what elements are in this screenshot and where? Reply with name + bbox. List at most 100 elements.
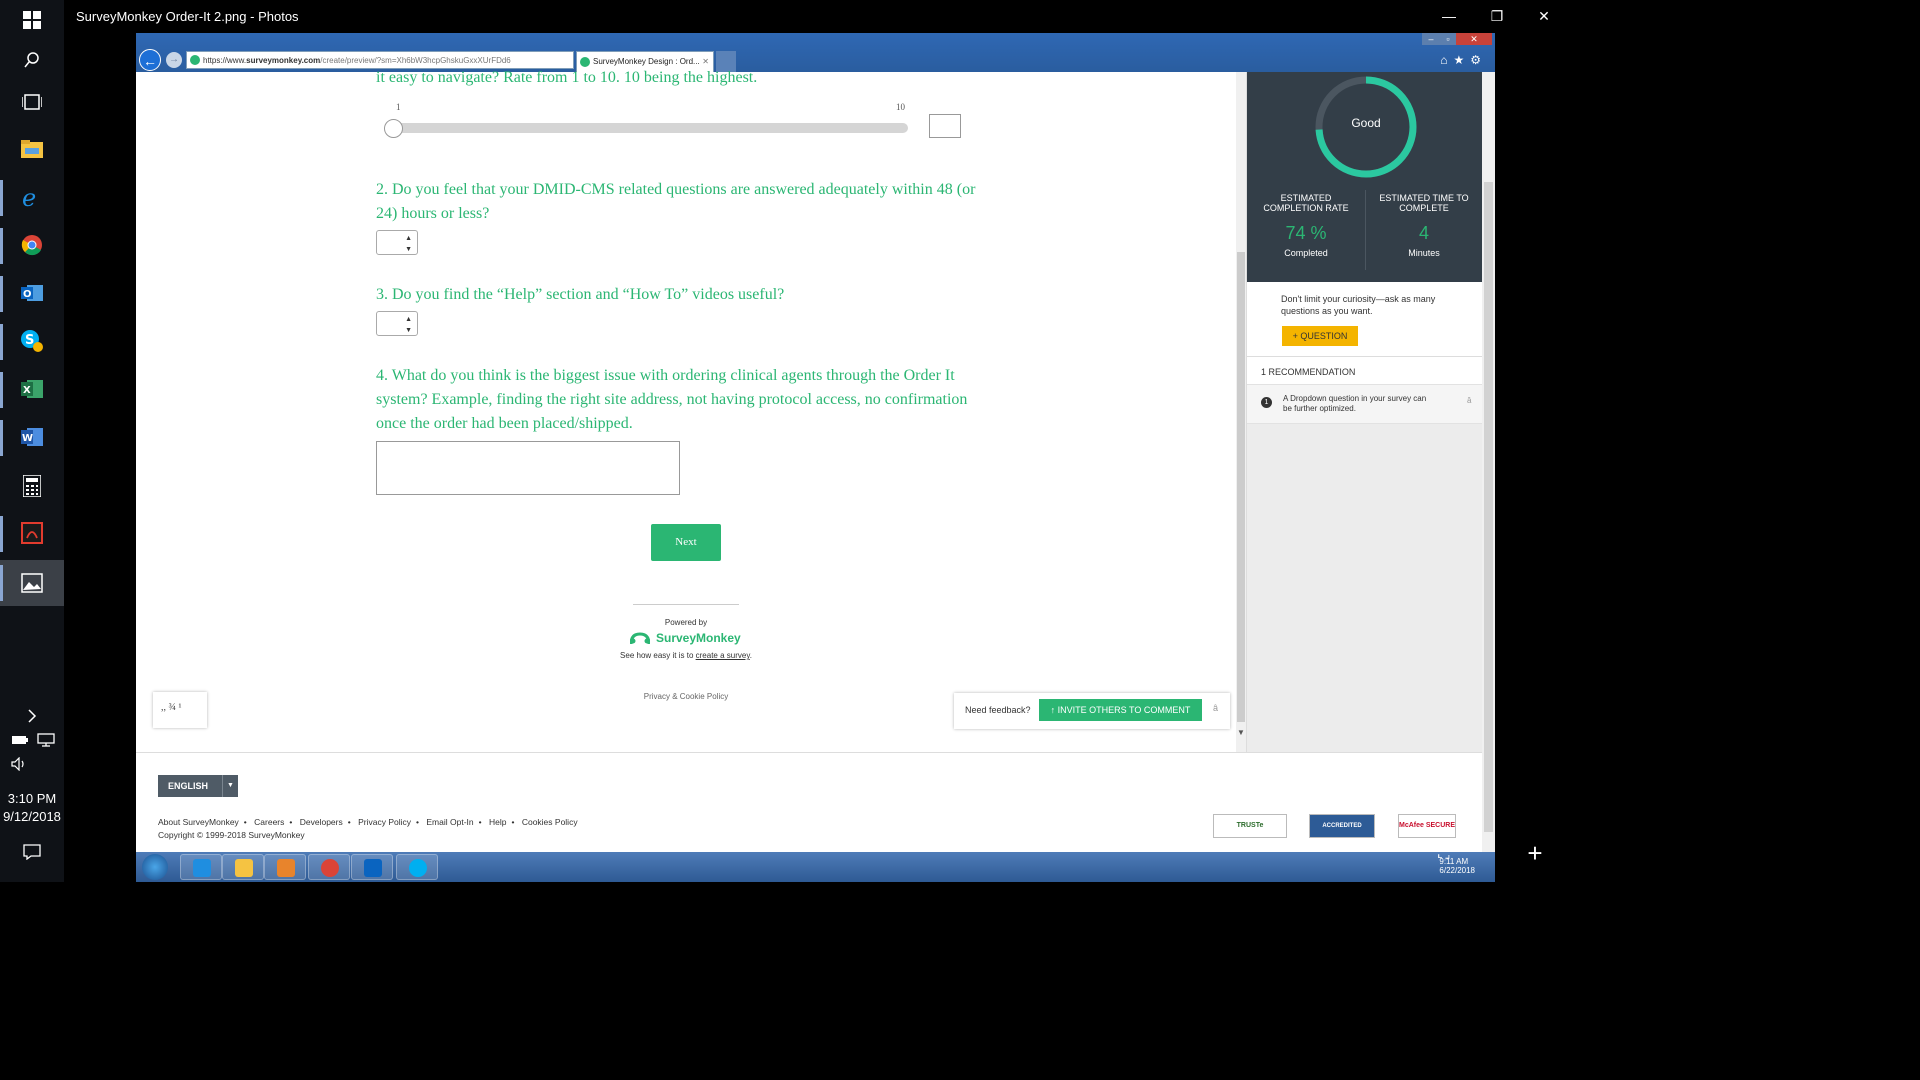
invite-others-button[interactable]: ↑ INVITE OTHERS TO COMMENT: [1039, 699, 1202, 721]
page-scrollbar-thumb[interactable]: [1484, 182, 1493, 832]
browser-restore-button[interactable]: ▫: [1440, 33, 1456, 45]
survey-scrollbar[interactable]: ▼: [1236, 72, 1246, 752]
running-indicator: [0, 180, 3, 216]
svg-text:W: W: [22, 433, 33, 444]
footer-link-careers[interactable]: Careers: [254, 817, 284, 827]
footer-link-email-opt-in[interactable]: Email Opt-In: [426, 817, 473, 827]
completion-rate-value: 74 %: [1285, 223, 1327, 243]
minimize-button[interactable]: —: [1434, 6, 1464, 26]
rating-slider-track[interactable]: [386, 123, 908, 133]
browser-minimize-button[interactable]: –: [1422, 33, 1440, 45]
search-icon[interactable]: [16, 44, 48, 76]
favorites-star-icon[interactable]: ★: [1453, 53, 1470, 67]
feedback-bar: Need feedback? ↑ INVITE OTHERS TO COMMEN…: [954, 693, 1230, 729]
tab-close-icon[interactable]: ✕: [702, 57, 709, 66]
file-explorer-icon[interactable]: [16, 133, 48, 165]
powered-by-label: Powered by: [664, 618, 708, 627]
mcafee-badge[interactable]: McAfee SECURE: [1398, 814, 1456, 838]
taskbar-media-button[interactable]: [264, 854, 306, 880]
need-feedback-label: Need feedback?: [965, 705, 1031, 715]
home-icon[interactable]: ⌂: [1440, 53, 1453, 67]
browser-close-button[interactable]: ✕: [1456, 33, 1492, 45]
volume-icon[interactable]: [10, 748, 30, 780]
settings-gear-icon[interactable]: ⚙: [1470, 53, 1487, 67]
footer-link-help[interactable]: Help: [489, 817, 506, 827]
chrome-icon: [321, 859, 339, 877]
crop-icon[interactable]: ⛶: [1430, 840, 1458, 868]
screenshot-image: – ▫ ✕ ← → https://www.surveymonkey.com/c…: [136, 33, 1495, 882]
running-indicator: [0, 276, 3, 312]
internet-explorer-icon[interactable]: e: [16, 181, 48, 213]
clock-time[interactable]: 3:10 PM: [0, 791, 64, 806]
clock-date[interactable]: 9/12/2018: [0, 809, 64, 824]
folder-icon: [235, 859, 253, 877]
close-button[interactable]: ✕: [1529, 6, 1559, 26]
bbb-badge[interactable]: ACCREDITED BUSINESS: [1309, 814, 1375, 851]
restore-button[interactable]: ❐: [1482, 6, 1512, 26]
back-arrow-icon[interactable]: ←: [139, 49, 161, 71]
surveymonkey-logo[interactable]: SurveyMonkey: [630, 631, 750, 647]
question-2-dropdown[interactable]: ▲ ▼: [376, 230, 418, 255]
question-3-dropdown[interactable]: ▲ ▼: [376, 311, 418, 336]
privacy-cookie-link[interactable]: Privacy & Cookie Policy: [586, 692, 786, 701]
task-view-icon[interactable]: [16, 86, 48, 118]
skype-icon: [409, 859, 427, 877]
footer-link-cookies[interactable]: Cookies Policy: [522, 817, 578, 827]
accessibility-widget[interactable]: ,, ¾ ¹: [153, 692, 207, 728]
rating-value-input[interactable]: [929, 114, 961, 138]
taskbar-outlook-button[interactable]: [351, 854, 393, 880]
footer-link-developers[interactable]: Developers: [300, 817, 343, 827]
language-label: ENGLISH: [168, 781, 209, 791]
question-4-textbox[interactable]: [376, 441, 680, 495]
truste-badge[interactable]: TRUSTe: [1213, 814, 1287, 838]
add-icon[interactable]: +: [1520, 838, 1550, 868]
calculator-icon[interactable]: [16, 470, 48, 502]
rating-slider-thumb[interactable]: [384, 119, 403, 138]
next-button[interactable]: Next: [651, 524, 721, 561]
recommendation-item[interactable]: 1 A Dropdown question in your survey can…: [1247, 384, 1483, 424]
language-selector[interactable]: ENGLISH ▼: [158, 775, 238, 797]
forward-arrow-icon[interactable]: →: [166, 52, 182, 68]
svg-text:O: O: [23, 289, 32, 300]
chevron-down-icon[interactable]: ▼: [222, 775, 238, 797]
recommendation-close-icon[interactable]: â: [1467, 396, 1471, 405]
svg-text:e: e: [22, 185, 36, 209]
scrollbar-thumb[interactable]: [1237, 252, 1245, 722]
scroll-down-icon[interactable]: ▼: [1236, 728, 1246, 737]
running-indicator: [0, 565, 3, 601]
feedback-close-icon[interactable]: â: [1213, 703, 1218, 713]
skype-icon[interactable]: S: [16, 325, 48, 357]
action-center-icon[interactable]: [16, 836, 48, 868]
add-question-button[interactable]: + QUESTION: [1282, 326, 1358, 346]
surveymonkey-brand: SurveyMonkey: [656, 631, 741, 645]
see-how-prefix: See how easy it is to: [620, 651, 696, 660]
question-4-text: 4. What do you think is the biggest issu…: [376, 367, 968, 432]
taskbar-ie-button[interactable]: [180, 854, 222, 880]
recommendation-number: 1: [1261, 397, 1272, 408]
site-favicon-icon: [190, 55, 200, 65]
page-scrollbar[interactable]: [1482, 72, 1495, 852]
outlook-icon[interactable]: O: [16, 277, 48, 309]
taskbar-skype-button[interactable]: [396, 854, 438, 880]
windows-orb-icon[interactable]: [142, 854, 168, 880]
network-icon[interactable]: [36, 724, 56, 756]
running-indicator: [0, 516, 3, 552]
see-how-suffix: .: [749, 651, 752, 660]
footer-link-privacy[interactable]: Privacy Policy: [358, 817, 411, 827]
excel-icon[interactable]: X: [16, 373, 48, 405]
acrobat-icon[interactable]: [16, 517, 48, 549]
url-domain: surveymonkey.com: [246, 56, 321, 65]
chrome-icon[interactable]: [16, 229, 48, 261]
create-survey-link[interactable]: create a survey: [696, 651, 750, 660]
media-player-icon: [277, 859, 295, 877]
survey-preview: it easy to navigate? Rate from 1 to 10. …: [136, 69, 1246, 752]
taskbar-explorer-button[interactable]: [222, 854, 264, 880]
footer-link-about[interactable]: About SurveyMonkey: [158, 817, 239, 827]
windows-start-icon[interactable]: [16, 4, 48, 36]
photos-icon[interactable]: [16, 567, 48, 599]
running-indicator: [0, 420, 3, 456]
page-footer: ENGLISH ▼ About SurveyMonkey • Careers • D…: [136, 752, 1482, 852]
word-icon[interactable]: W: [16, 421, 48, 453]
gauge-label: Good: [1351, 116, 1381, 130]
taskbar-chrome-button[interactable]: [308, 854, 350, 880]
